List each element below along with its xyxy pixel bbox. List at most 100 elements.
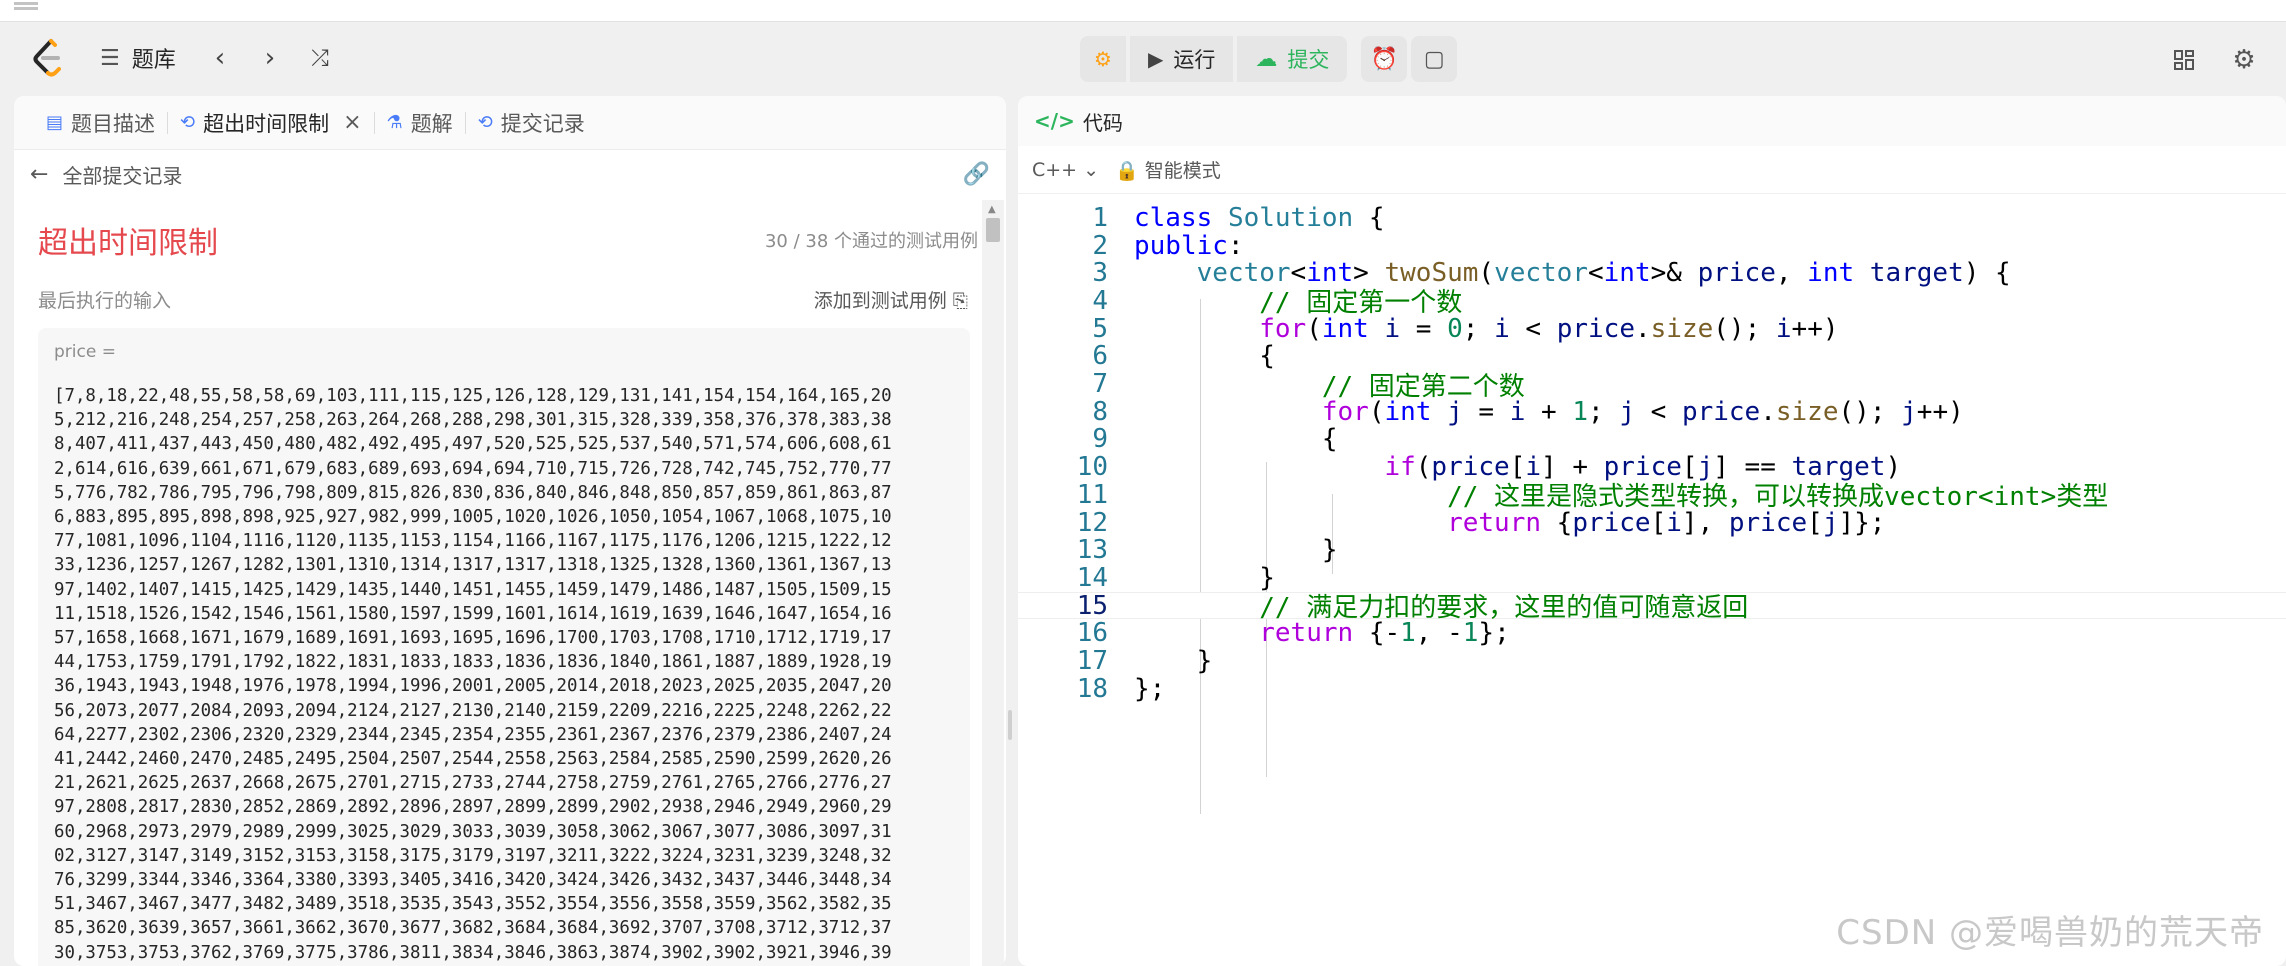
document-icon: ▤ xyxy=(46,112,64,133)
price-line: 02,3127,3147,3149,3152,3153,3158,3175,31… xyxy=(54,845,892,866)
submit-label: 提交 xyxy=(1287,48,1330,72)
back-to-submissions-link[interactable]: ← 全部提交记录 xyxy=(30,160,182,189)
run-submit-group: ⚙ ▶ 运行 ☁ 提交 ⏰ ▢ xyxy=(1080,36,1458,82)
result-header: 超出时间限制 30 / 38 个通过的测试用例 xyxy=(38,218,978,262)
price-line: 8,407,411,437,443,450,480,482,492,495,49… xyxy=(54,434,892,455)
timer-button[interactable]: ⏰ xyxy=(1361,36,1408,82)
price-line: 57,1658,1668,1671,1679,1689,1691,1693,16… xyxy=(54,628,892,649)
price-line: 44,1753,1759,1791,1792,1822,1831,1833,18… xyxy=(54,652,892,673)
line-number: 2 xyxy=(1092,230,1108,261)
code-line[interactable]: 17 } xyxy=(1018,646,2286,676)
prev-problem-chevron-left-icon[interactable]: ‹ xyxy=(202,40,238,76)
code-icon: </> xyxy=(1034,109,1075,133)
code-line[interactable]: 8 for(int j = i + 1; j < price.size(); j… xyxy=(1018,396,2286,427)
passed-count: 30 / 38 个通过的测试用例 xyxy=(764,231,978,252)
run-button[interactable]: ▶ 运行 xyxy=(1129,36,1234,82)
line-number: 9 xyxy=(1092,424,1108,455)
tab-solutions[interactable]: ⚗ 题解 xyxy=(375,96,465,150)
tab-description[interactable]: ▤ 题目描述 xyxy=(34,96,167,150)
line-number: 16 xyxy=(1076,618,1108,649)
top-navbar: ☰ 题库 ‹ › ⤮ ⚙ ▶ 运行 ☁ 提交 ⏰ ▢ ⚙ xyxy=(0,22,2286,94)
code-text: public: xyxy=(1134,230,1244,261)
code-text: } xyxy=(1321,535,1338,566)
code-text: return {price[i], price[j]}; xyxy=(1447,507,1886,538)
add-testcase-button[interactable]: 添加到测试用例 ⎘ xyxy=(814,286,968,313)
submission-subheader: ← 全部提交记录 🔗 xyxy=(14,150,1006,198)
last-input-row: 最后执行的输入 添加到测试用例 ⎘ xyxy=(38,286,968,313)
line-number: 8 xyxy=(1092,396,1108,427)
layout-icon[interactable] xyxy=(2164,40,2204,80)
price-line: 51,3467,3467,3477,3482,3489,3518,3535,35… xyxy=(54,894,892,915)
arrow-left-icon: ← xyxy=(30,161,49,187)
code-panel: </> 代码 C++ ⌄ 🔒 智能模式 1 class Solution {2 pu… xyxy=(1018,96,2286,966)
code-line[interactable]: 2 public: xyxy=(1018,230,2286,261)
run-label: 运行 xyxy=(1173,48,1216,72)
line-number: 4 xyxy=(1092,285,1108,316)
last-input-box: price = [7,8,18,22,48,55,58,58,69,103,11… xyxy=(38,328,970,966)
add-testcase-label: 添加到测试用例 xyxy=(813,290,947,312)
price-line: 85,3620,3639,3657,3661,3662,3670,3677,36… xyxy=(54,918,892,939)
code-line[interactable]: 16 return {-1, -1}; xyxy=(1018,618,2286,649)
code-text: }; xyxy=(1134,673,1166,704)
last-input-label: 最后执行的输入 xyxy=(38,290,172,312)
line-number: 12 xyxy=(1076,507,1108,538)
code-tab[interactable]: </> 代码 xyxy=(1018,96,2286,146)
back-label: 全部提交记录 xyxy=(62,163,183,188)
code-line[interactable]: 12 return {price[i], price[j]}; xyxy=(1018,507,2286,538)
code-line[interactable]: 5 for(int i = 0; i < price.size(); i++) xyxy=(1018,313,2286,344)
price-line: 60,2968,2973,2979,2989,2999,3025,3029,30… xyxy=(54,821,892,842)
language-select[interactable]: C++ ⌄ xyxy=(1032,159,1099,181)
code-line[interactable]: 9 { xyxy=(1018,424,2286,455)
left-scrollbar[interactable]: ▲ xyxy=(982,200,1004,966)
debug-button[interactable]: ⚙ xyxy=(1080,36,1126,82)
history-icon: ⟲ xyxy=(477,112,493,133)
notes-button[interactable]: ▢ xyxy=(1411,36,1458,82)
leetcode-logo-icon[interactable] xyxy=(28,36,68,80)
price-line: 33,1236,1257,1267,1282,1301,1310,1314,13… xyxy=(54,555,892,576)
price-line: 41,2442,2460,2470,2485,2495,2504,2507,25… xyxy=(54,749,892,770)
settings-gear-icon[interactable]: ⚙ xyxy=(2224,40,2264,80)
menu-icon[interactable] xyxy=(14,2,38,10)
code-text: for(int i = 0; i < price.size(); i++) xyxy=(1259,313,1839,344)
link-icon[interactable]: 🔗 xyxy=(963,162,990,187)
line-number: 3 xyxy=(1092,258,1108,289)
scroll-thumb[interactable] xyxy=(986,218,1000,242)
close-tab-icon[interactable]: × xyxy=(343,110,361,135)
submit-button[interactable]: ☁ 提交 xyxy=(1237,36,1348,82)
tab-time-limit-exceeded[interactable]: ⟲ 超出时间限制 × xyxy=(168,96,374,150)
code-line[interactable]: 18}; xyxy=(1018,673,2286,704)
input-var-label: price = xyxy=(54,342,116,362)
code-line[interactable]: 7 // 固定第二个数 xyxy=(1018,369,2286,402)
line-number: 11 xyxy=(1076,479,1108,510)
problem-list-button[interactable]: ☰ 题库 xyxy=(100,40,176,76)
line-number: 1 xyxy=(1092,202,1108,233)
panel-resize-handle[interactable] xyxy=(1008,710,1012,740)
code-editor[interactable]: 1 class Solution {2 public: 3 vector<int> t… xyxy=(1018,202,2286,966)
code-text: { xyxy=(1321,424,1338,455)
tab-label: 题目描述 xyxy=(71,111,156,136)
line-number: 13 xyxy=(1076,535,1108,566)
price-line: 56,2073,2077,2084,2093,2094,2124,2127,21… xyxy=(54,700,892,721)
cloud-upload-icon: ☁ xyxy=(1255,46,1278,72)
note-icon: ▢ xyxy=(1423,46,1445,72)
smart-mode-toggle[interactable]: 🔒 智能模式 xyxy=(1115,156,1221,183)
next-problem-chevron-right-icon[interactable]: › xyxy=(252,40,288,76)
code-line[interactable]: 4 // 固定第一个数 xyxy=(1018,285,2286,319)
code-line[interactable]: 13 } xyxy=(1018,535,2286,566)
result-status: 超出时间限制 xyxy=(38,226,218,261)
history-icon: ⟲ xyxy=(180,112,196,133)
code-line[interactable]: 1 class Solution { xyxy=(1018,202,2286,233)
lock-icon: 🔒 xyxy=(1115,160,1139,182)
code-line[interactable]: 11 // 这里是隐式类型转换，可以转换成vector<int>类型 xyxy=(1018,479,2286,513)
tab-submissions[interactable]: ⟲ 提交记录 xyxy=(466,96,597,150)
price-line: 2,614,616,639,661,671,679,683,689,693,69… xyxy=(54,458,892,479)
flask-icon: ⚗ xyxy=(386,112,403,133)
price-line: 76,3299,3344,3346,3364,3380,3393,3405,34… xyxy=(54,870,892,891)
scroll-up-icon[interactable]: ▲ xyxy=(988,204,996,215)
price-line: 6,883,895,895,898,898,925,927,982,999,10… xyxy=(54,507,892,528)
random-problem-shuffle-icon[interactable]: ⤮ xyxy=(302,40,338,76)
code-line[interactable]: 15 // 满足力扣的要求，这里的值可随意返回 xyxy=(1018,591,2286,623)
line-number: 10 xyxy=(1076,452,1108,483)
code-text: return {-1, -1}; xyxy=(1259,618,1510,649)
play-icon: ▶ xyxy=(1147,47,1164,71)
